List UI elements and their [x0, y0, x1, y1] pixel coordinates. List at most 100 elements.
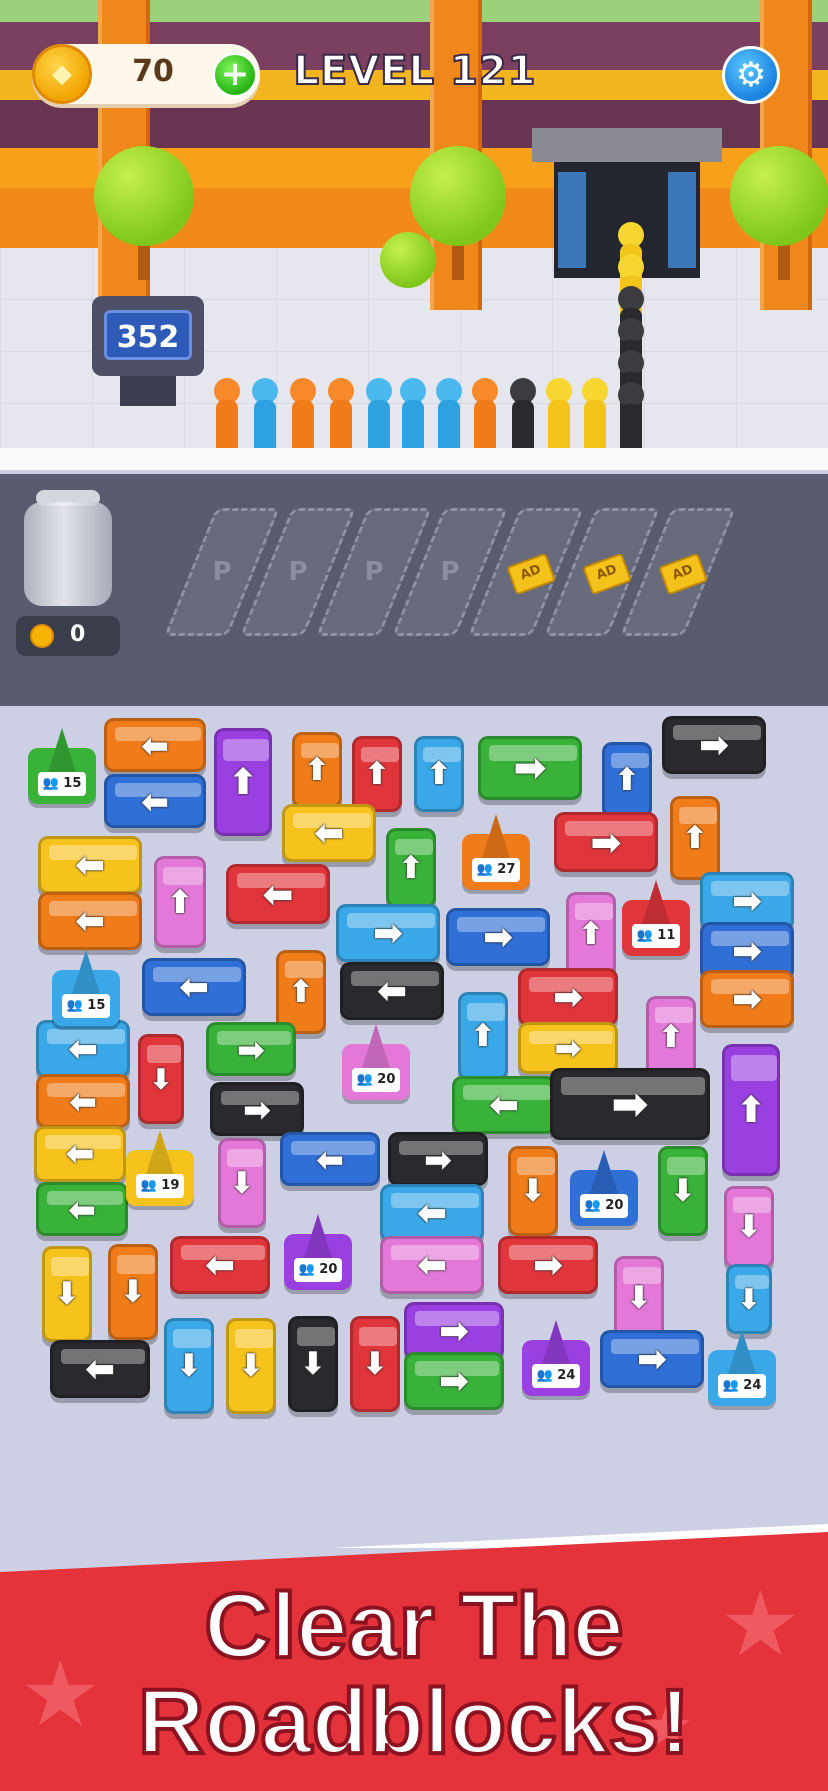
green-car-right[interactable]: ➡ [478, 736, 582, 800]
red-car-up[interactable]: ⬆ [352, 736, 402, 812]
coin-jar[interactable] [24, 490, 112, 606]
cone-passenger-count: 👥 15 [62, 994, 110, 1018]
black-car-left[interactable]: ⬅ [50, 1340, 150, 1398]
black-car-right[interactable]: ➡ [550, 1068, 710, 1140]
orange-car-up[interactable]: ⬆ [292, 732, 342, 808]
cone-passenger-count: 👥 24 [532, 1364, 580, 1388]
pink-car-left[interactable]: ⬅ [380, 1236, 484, 1294]
tree [410, 146, 506, 246]
red-car-right[interactable]: ➡ [554, 812, 658, 872]
pink-car-down[interactable]: ⬇ [218, 1138, 266, 1228]
settings-button[interactable]: ⚙ [722, 46, 780, 104]
arrow-left-icon: ⬅ [416, 1244, 448, 1286]
blue-car-left[interactable]: ⬅ [104, 774, 206, 828]
arrow-up-icon: ⬆ [426, 756, 452, 792]
red-car-down[interactable]: ⬇ [350, 1316, 400, 1412]
arrow-left-icon: ⬅ [68, 1081, 98, 1121]
orange-car-left[interactable]: ⬅ [38, 892, 142, 950]
gear-icon: ⚙ [735, 55, 767, 95]
ad-icon: AD [506, 552, 557, 596]
arrow-right-icon: ➡ [242, 1089, 272, 1129]
arrow-up-icon: ⬆ [166, 883, 194, 921]
arrow-down-icon: ⬇ [737, 1282, 761, 1316]
arrow-right-icon: ➡ [438, 1310, 470, 1352]
orange-car-down[interactable]: ⬇ [108, 1244, 158, 1340]
green-car-right[interactable]: ➡ [404, 1352, 504, 1410]
arrow-up-icon: ⬆ [578, 916, 604, 952]
cyan-car-left[interactable]: ⬅ [36, 1020, 130, 1078]
black-car-right[interactable]: ➡ [662, 716, 766, 774]
arrow-right-icon: ➡ [372, 912, 404, 954]
arrow-right-icon: ➡ [532, 1244, 564, 1286]
arrow-left-icon: ⬅ [488, 1084, 520, 1126]
pink-car-up[interactable]: ⬆ [646, 996, 696, 1078]
orange-car-down[interactable]: ⬇ [508, 1146, 558, 1236]
arrow-down-icon: ⬇ [54, 1276, 80, 1312]
yellow-car-left[interactable]: ⬅ [34, 1126, 126, 1182]
cone-passenger-count: 👥 20 [352, 1068, 400, 1092]
arrow-left-icon: ⬅ [140, 781, 170, 821]
red-car-left[interactable]: ⬅ [226, 864, 330, 924]
cone-passenger-count: 👥 20 [294, 1258, 342, 1282]
cone-passenger-count: 👥 19 [136, 1174, 184, 1198]
arrow-right-icon: ➡ [482, 916, 514, 958]
blue-car-up[interactable]: ⬆ [602, 742, 652, 818]
arrow-right-icon: ➡ [552, 976, 584, 1018]
blue-car-right[interactable]: ➡ [446, 908, 550, 966]
orange-car-right[interactable]: ➡ [700, 970, 794, 1028]
roadblock-cone: 👥 19 [126, 1130, 194, 1206]
black-car-right[interactable]: ➡ [210, 1082, 304, 1136]
arrow-right-icon: ➡ [423, 1139, 453, 1179]
cyan-car-up[interactable]: ⬆ [414, 736, 464, 812]
green-car-down[interactable]: ⬇ [658, 1146, 708, 1236]
purple-car-up[interactable]: ⬆ [722, 1044, 780, 1176]
green-car-up[interactable]: ⬆ [386, 828, 436, 908]
red-car-right[interactable]: ➡ [518, 968, 618, 1026]
arrow-right-icon: ➡ [236, 1029, 266, 1069]
yellow-car-down[interactable]: ⬇ [226, 1318, 276, 1414]
black-car-right[interactable]: ➡ [388, 1132, 488, 1186]
yellow-car-left[interactable]: ⬅ [282, 804, 376, 862]
cyan-car-up[interactable]: ⬆ [458, 992, 508, 1080]
arrow-up-icon: ⬆ [614, 762, 640, 798]
arrow-right-icon: ➡ [590, 820, 622, 864]
add-coins-button[interactable]: + [212, 52, 258, 98]
arrow-down-icon: ⬇ [229, 1165, 255, 1201]
orange-car-left[interactable]: ⬅ [104, 718, 206, 772]
pink-car-down[interactable]: ⬇ [724, 1186, 774, 1268]
blue-car-left[interactable]: ⬅ [280, 1132, 380, 1186]
cyan-car-right[interactable]: ➡ [336, 904, 440, 962]
orange-car-up[interactable]: ⬆ [670, 796, 720, 880]
cyan-car-left[interactable]: ⬅ [380, 1184, 484, 1242]
arrow-right-icon: ➡ [731, 880, 763, 922]
banner-title-line1: Clear The [202, 1573, 625, 1679]
red-car-right[interactable]: ➡ [498, 1236, 598, 1294]
pink-car-up[interactable]: ⬆ [154, 856, 206, 948]
green-car-left[interactable]: ⬅ [36, 1182, 128, 1236]
arrow-down-icon: ⬇ [520, 1173, 546, 1209]
roadblock-cone: 👥 20 [284, 1214, 352, 1290]
yellow-car-right[interactable]: ➡ [518, 1022, 618, 1074]
red-car-left[interactable]: ⬅ [170, 1236, 270, 1294]
roadblock-cone: 👥 24 [522, 1320, 590, 1396]
red-car-down[interactable]: ⬇ [138, 1034, 184, 1124]
arrow-left-icon: ⬅ [67, 1189, 97, 1229]
yellow-car-down[interactable]: ⬇ [42, 1246, 92, 1342]
queue-counter: 352 [92, 296, 204, 408]
cyan-car-down[interactable]: ⬇ [164, 1318, 214, 1414]
black-car-down[interactable]: ⬇ [288, 1316, 338, 1412]
arrow-right-icon: ➡ [636, 1338, 668, 1380]
blue-car-right[interactable]: ➡ [600, 1330, 704, 1388]
green-car-left[interactable]: ⬅ [452, 1076, 556, 1134]
yellow-car-left[interactable]: ⬅ [38, 836, 142, 894]
pink-car-down[interactable]: ⬇ [614, 1256, 664, 1340]
orange-car-left[interactable]: ⬅ [36, 1074, 130, 1128]
cyan-car-down[interactable]: ⬇ [726, 1264, 772, 1334]
blue-car-left[interactable]: ⬅ [142, 958, 246, 1016]
purple-car-up[interactable]: ⬆ [214, 728, 272, 836]
black-car-left[interactable]: ⬅ [340, 962, 444, 1020]
coin-icon: ◆ [32, 44, 92, 104]
pink-car-up[interactable]: ⬆ [566, 892, 616, 976]
queue-count: 352 [104, 310, 192, 360]
green-car-right[interactable]: ➡ [206, 1022, 296, 1076]
